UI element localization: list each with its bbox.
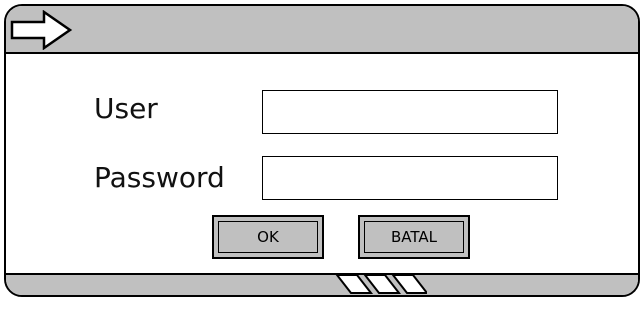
status-bar	[6, 273, 638, 295]
title-bar[interactable]	[6, 6, 638, 54]
resize-grip-icon[interactable]	[331, 273, 427, 295]
user-label: User	[94, 92, 158, 125]
ok-button-label: OK	[257, 228, 279, 246]
ok-button[interactable]: OK	[212, 215, 324, 259]
cancel-button[interactable]: BATAL	[358, 215, 470, 259]
login-window: User Password OK BATAL	[4, 4, 640, 297]
arrow-right-icon[interactable]	[10, 10, 76, 50]
user-input[interactable]	[262, 90, 558, 134]
cancel-button-label: BATAL	[390, 228, 437, 246]
password-label: Password	[94, 161, 225, 194]
password-input[interactable]	[262, 156, 558, 200]
